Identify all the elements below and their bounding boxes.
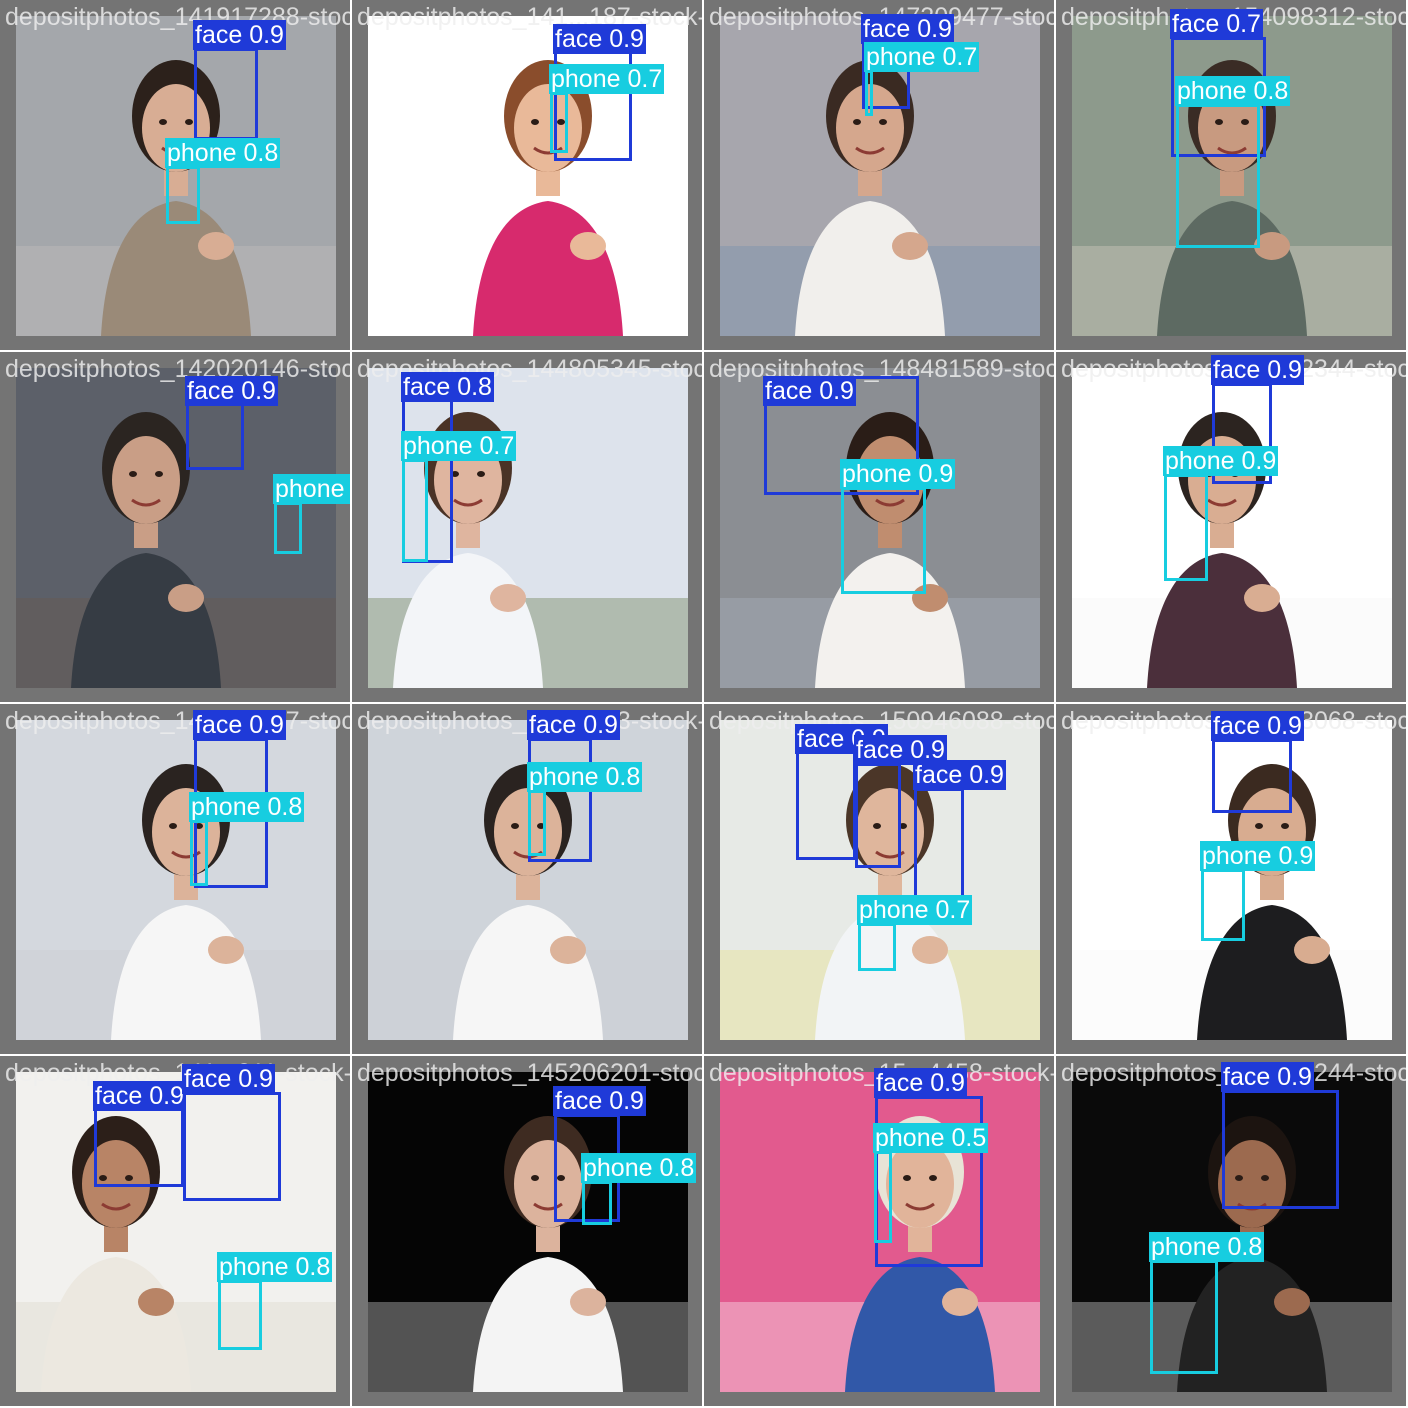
phone-confidence-label: phone 0.7 xyxy=(549,64,665,94)
mosaic-tile: depositphotos_146795297-stock-photoface … xyxy=(0,704,350,1054)
face-confidence-label: face 0.9 xyxy=(1221,1062,1314,1092)
phone-confidence-label: phone 0.8 xyxy=(527,762,643,792)
mosaic-tile: depositphotos_141...011-stock-photoface … xyxy=(0,1056,350,1406)
phone-bounding-box xyxy=(528,790,546,856)
face-confidence-label: face 0.9 xyxy=(1211,711,1304,741)
phone-bounding-box xyxy=(1176,104,1260,248)
mosaic-tile: depositphotos_150946088-stock-photoface … xyxy=(704,704,1054,1054)
phone-confidence-label: phone 0.7 xyxy=(273,474,350,504)
face-confidence-label: face 0.9 xyxy=(1211,355,1304,385)
mosaic-tile: depositphotos_144805345-stock-photoface … xyxy=(352,352,702,702)
phone-bounding-box xyxy=(550,92,568,153)
tile-photo xyxy=(16,720,336,1040)
detection-mosaic: depositphotos_141917288-stock-photoface … xyxy=(0,0,1408,1408)
face-confidence-label: face 0.8 xyxy=(401,372,494,402)
phone-bounding-box xyxy=(874,1151,892,1243)
mosaic-tile: depositphotos_141917288-stock-photoface … xyxy=(0,0,350,350)
face-bounding-box xyxy=(1212,739,1292,813)
phone-confidence-label: phone 0.9 xyxy=(1200,841,1316,871)
phone-bounding-box xyxy=(166,166,200,224)
face-bounding-box xyxy=(183,1092,281,1201)
face-bounding-box xyxy=(194,48,258,140)
mosaic-tile: depositphotos_147209477-stock-photoface … xyxy=(704,0,1054,350)
phone-bounding-box xyxy=(1164,474,1208,581)
face-bounding-box xyxy=(914,788,964,905)
phone-confidence-label: phone 0.8 xyxy=(189,792,305,822)
phone-confidence-label: phone 0.8 xyxy=(217,1252,333,1282)
mosaic-tile: depositphotos_15...4458-stock-photoface … xyxy=(704,1056,1054,1406)
phone-confidence-label: phone 0.7 xyxy=(401,431,517,461)
face-confidence-label: face 0.9 xyxy=(193,710,286,740)
phone-bounding-box xyxy=(218,1280,262,1350)
phone-bounding-box xyxy=(841,487,926,594)
phone-bounding-box xyxy=(582,1181,612,1225)
mosaic-tile: depositphotos_166052244-stock-photoface … xyxy=(1056,1056,1406,1406)
phone-confidence-label: phone 0.9 xyxy=(840,459,956,489)
phone-bounding-box xyxy=(1201,869,1245,941)
phone-bounding-box xyxy=(865,70,873,116)
phone-confidence-label: phone 0.8 xyxy=(165,138,281,168)
mosaic-tile: depositphotos_142020146-stock-photoface … xyxy=(0,352,350,702)
face-confidence-label: face 0.9 xyxy=(553,1086,646,1116)
phone-confidence-label: phone 0.9 xyxy=(1163,446,1279,476)
face-confidence-label: face 0.9 xyxy=(913,760,1006,790)
face-confidence-label: face 0.9 xyxy=(182,1064,275,1094)
mosaic-tile: depositphotos_159243068-stock-photoface … xyxy=(1056,704,1406,1054)
mosaic-tile: depositphotos_148481589-stock-photoface … xyxy=(704,352,1054,702)
face-confidence-label: face 0.9 xyxy=(861,14,954,44)
phone-confidence-label: phone 0.8 xyxy=(581,1153,697,1183)
phone-confidence-label: phone 0.7 xyxy=(864,42,980,72)
phone-bounding-box xyxy=(190,820,208,886)
mosaic-tile: depositphotos_141...187-stock-photoface … xyxy=(352,0,702,350)
phone-confidence-label: phone 0.7 xyxy=(857,895,973,925)
face-confidence-label: face 0.9 xyxy=(193,20,286,50)
mosaic-tile: depositphotos_145206201-stock-photoface … xyxy=(352,1056,702,1406)
face-bounding-box xyxy=(855,763,901,868)
mosaic-tile: depositphotos_146...103-stock-photoface … xyxy=(352,704,702,1054)
phone-confidence-label: phone 0.5 xyxy=(873,1123,989,1153)
phone-confidence-label: phone 0.8 xyxy=(1175,76,1291,106)
face-bounding-box xyxy=(1222,1090,1339,1209)
face-confidence-label: face 0.9 xyxy=(93,1081,186,1111)
face-confidence-label: face 0.9 xyxy=(553,24,646,54)
mosaic-tile: depositphotos_154098312-stock-photoface … xyxy=(1056,0,1406,350)
tile-photo xyxy=(368,1072,688,1392)
phone-bounding-box xyxy=(274,502,302,554)
phone-bounding-box xyxy=(1150,1260,1218,1374)
phone-bounding-box xyxy=(402,459,428,562)
phone-confidence-label: phone 0.8 xyxy=(1149,1232,1265,1262)
face-confidence-label: face 0.9 xyxy=(763,376,856,406)
face-confidence-label: face 0.9 xyxy=(527,710,620,740)
face-confidence-label: face 0.9 xyxy=(185,376,278,406)
face-confidence-label: face 0.9 xyxy=(874,1068,967,1098)
mosaic-tile: depositphotos_165242344-stock-photoface … xyxy=(1056,352,1406,702)
phone-bounding-box xyxy=(858,923,896,971)
face-confidence-label: face 0.7 xyxy=(1170,9,1263,39)
